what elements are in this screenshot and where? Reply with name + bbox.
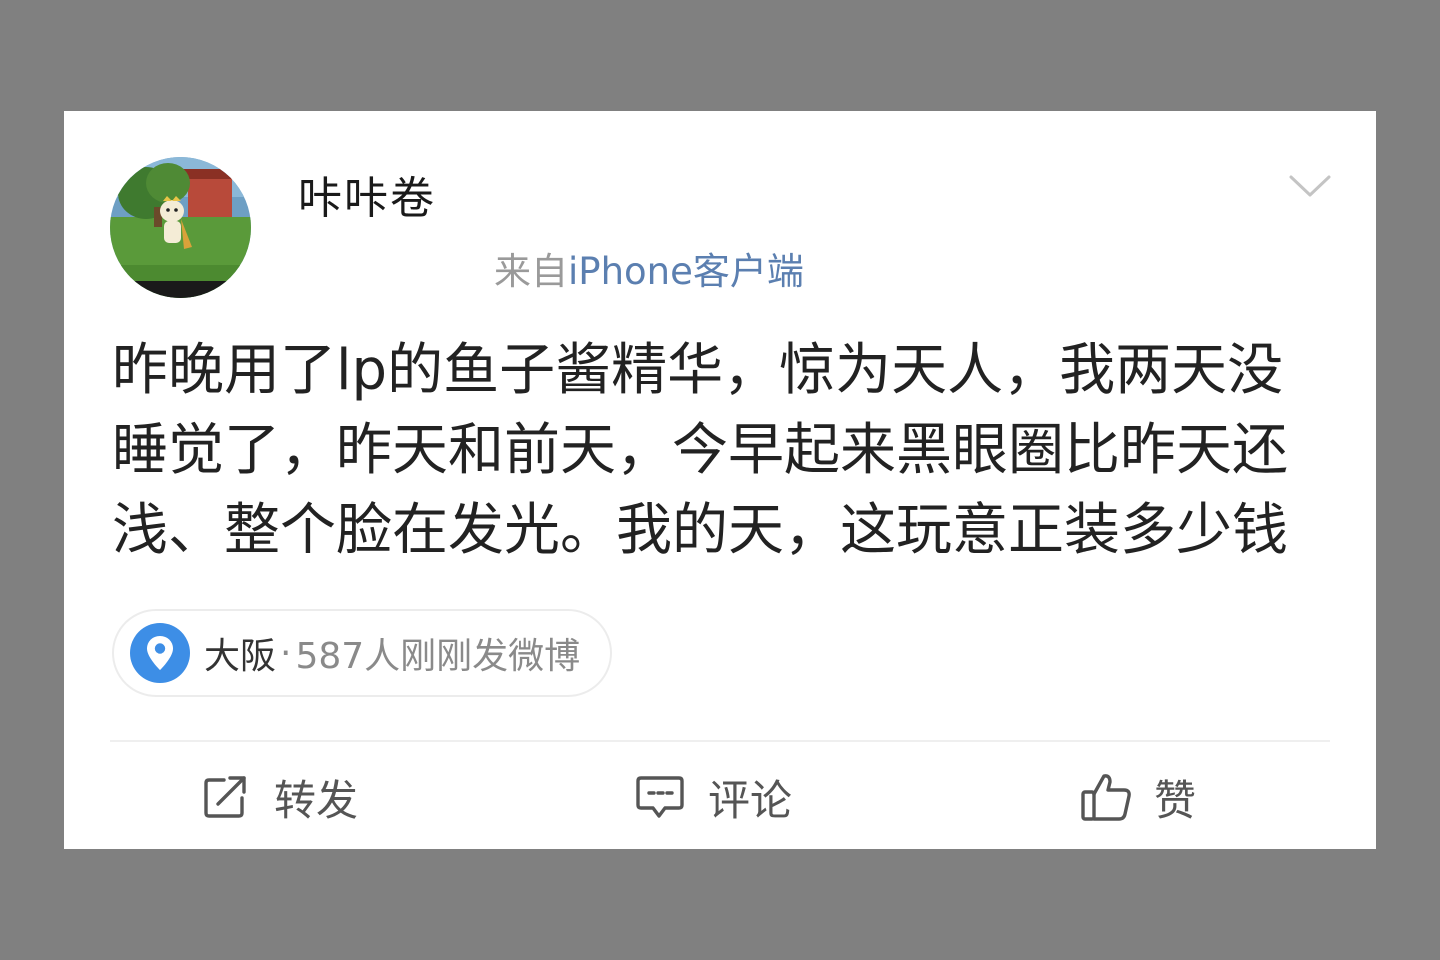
location-activity: 587人刚刚发微博 (295, 636, 581, 677)
post-card: 咔咔卷 来自iPhone客户端 昨晚用了lp的鱼子酱精华，惊为天人，我两天没 睡… (64, 111, 1376, 849)
post-source: 来自iPhone客户端 (494, 253, 804, 290)
post-body: 昨晚用了lp的鱼子酱精华，惊为天人，我两天没 睡觉了，昨天和前天，今早起来黑眼圈… (112, 331, 1342, 571)
thumbs-up-icon (1080, 771, 1132, 823)
comment-icon (634, 771, 686, 823)
source-client-link[interactable]: iPhone客户端 (568, 250, 804, 293)
post-body-line: 昨晚用了lp的鱼子酱精华，惊为天人，我两天没 (112, 338, 1284, 403)
post-body-line: 睡觉了，昨天和前天，今早起来黑眼圈比昨天还 (112, 418, 1288, 483)
post-body-line: 浅、整个脸在发光。我的天，这玩意正装多少钱 (112, 498, 1288, 563)
location-chip[interactable]: 大阪 · 587人刚刚发微博 (112, 609, 613, 697)
repost-icon (200, 771, 252, 823)
location-pin-icon (130, 623, 190, 683)
source-prefix: 来自 (494, 250, 568, 293)
comment-button[interactable]: 评论 (634, 767, 792, 827)
divider (110, 740, 1330, 742)
like-button[interactable]: 赞 (1080, 767, 1196, 827)
repost-label: 转发 (274, 775, 359, 825)
location-separator: · (280, 632, 292, 674)
location-city: 大阪 (204, 636, 277, 677)
repost-button[interactable]: 转发 (200, 767, 358, 827)
author-name[interactable]: 咔咔卷 (298, 177, 436, 221)
avatar[interactable] (110, 157, 251, 298)
like-label: 赞 (1154, 775, 1197, 825)
chevron-down-icon[interactable] (1288, 171, 1332, 201)
comment-label: 评论 (708, 775, 793, 825)
